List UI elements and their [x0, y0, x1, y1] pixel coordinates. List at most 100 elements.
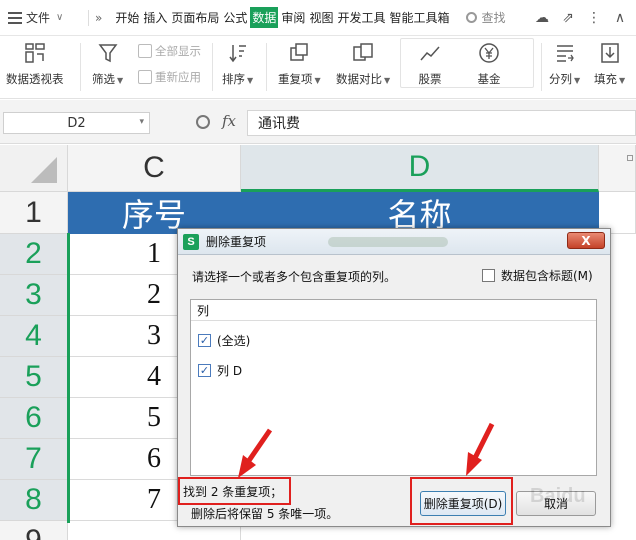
- file-menu[interactable]: 文件 ∨: [0, 9, 82, 26]
- caret-icon: ▼: [574, 76, 581, 85]
- show-all-icon: [138, 44, 152, 58]
- dialog-prompt: 请选择一个或者多个包含重复项的列。: [192, 270, 397, 284]
- select-all-corner[interactable]: [0, 145, 68, 192]
- row-header-9[interactable]: 9: [0, 521, 68, 540]
- show-all-label: 全部显示: [155, 44, 201, 58]
- divider: [88, 9, 89, 26]
- app-logo-icon: S: [183, 233, 199, 250]
- checked-icon[interactable]: ✓: [198, 334, 211, 347]
- split-columns-label: 分列 ▼: [549, 72, 581, 86]
- filter-button[interactable]: 筛选 ▼: [92, 41, 123, 87]
- data-compare-label: 数据对比 ▼: [336, 72, 391, 86]
- sort-icon: [225, 41, 251, 65]
- duplicates-label: 重复项 ▼: [278, 72, 321, 86]
- delete-duplicates-button[interactable]: 删除重复项(D): [420, 491, 506, 516]
- more-icon[interactable]: ⋮: [586, 10, 602, 26]
- row-header-5[interactable]: 5: [0, 357, 68, 398]
- tab-right-icons: ☁ ⇗ ⋮ ∧: [534, 0, 636, 36]
- cell-reference: D2: [67, 115, 86, 131]
- select-all-label: (全选): [217, 334, 251, 348]
- tab-page-layout[interactable]: 页面布局: [170, 7, 220, 28]
- filter-label: 筛选 ▼: [92, 72, 124, 86]
- blurred-region: [328, 237, 448, 247]
- data-compare-button[interactable]: 数据对比 ▼: [336, 41, 390, 87]
- has-header-checkbox[interactable]: 数据包含标题(M): [482, 267, 593, 284]
- duplicates-found-text: 找到 2 条重复项；: [178, 477, 291, 505]
- stock-button[interactable]: 股票: [417, 41, 443, 87]
- data-compare-icon: [350, 41, 376, 65]
- tab-formulas[interactable]: 公式: [222, 7, 248, 28]
- formula-input[interactable]: 通讯费: [247, 110, 636, 136]
- show-all-button[interactable]: 全部显示: [138, 43, 201, 59]
- caret-icon: ▼: [314, 76, 321, 85]
- column-header-c[interactable]: C: [68, 145, 241, 192]
- search-label: 查找: [481, 11, 506, 25]
- ribbon-toolbar: 数据透视表 筛选 ▼ 全部显示 重新应用 排序 ▼ 重复项 ▼ 数据对比 ▼ 股…: [0, 37, 636, 99]
- name-box[interactable]: D2 ▾: [3, 112, 150, 134]
- fund-button[interactable]: 基金: [476, 41, 502, 87]
- dialog-title: 删除重复项: [206, 235, 267, 249]
- split-columns-icon: [552, 41, 578, 65]
- search-button[interactable]: 查找: [466, 9, 506, 26]
- menu-icon: [8, 11, 22, 24]
- select-all-checkbox[interactable]: ✓ (全选): [198, 332, 250, 349]
- sort-button[interactable]: 排序 ▼: [222, 41, 253, 87]
- caret-icon: ▼: [384, 76, 391, 85]
- tab-smart-toolbox[interactable]: 智能工具箱: [388, 7, 450, 28]
- share-icon[interactable]: ⇗: [560, 10, 576, 26]
- reapply-icon: [138, 70, 152, 84]
- watermark: Baidu: [530, 485, 586, 507]
- divider: [266, 43, 267, 91]
- column-d-checkbox[interactable]: ✓ 列 D: [198, 362, 242, 379]
- sort-label: 排序 ▼: [222, 72, 254, 86]
- pivot-table-button[interactable]: 数据透视表: [6, 41, 64, 87]
- tab-home[interactable]: 开始: [114, 7, 140, 28]
- formula-bar: D2 ▾ fx 通讯费: [0, 100, 636, 144]
- row-header-8[interactable]: 8: [0, 480, 68, 521]
- fund-label: 基金: [477, 72, 501, 86]
- close-button[interactable]: X: [567, 232, 605, 249]
- duplicates-icon: [286, 41, 312, 65]
- split-columns-button[interactable]: 分列 ▼: [549, 41, 580, 87]
- reapply-button[interactable]: 重新应用: [138, 69, 201, 85]
- checked-icon[interactable]: ✓: [198, 364, 211, 377]
- row-header-6[interactable]: 6: [0, 398, 68, 439]
- divider: [212, 43, 213, 91]
- caret-icon: ▼: [619, 76, 626, 85]
- tab-developer[interactable]: 开发工具: [336, 7, 386, 28]
- file-menu-label: 文件: [26, 11, 51, 25]
- reapply-label: 重新应用: [155, 70, 201, 84]
- tab-review[interactable]: 审阅: [280, 7, 306, 28]
- zoom-icon[interactable]: [196, 115, 210, 129]
- divider: [80, 43, 81, 91]
- tab-data[interactable]: 数据: [250, 7, 279, 28]
- stock-label: 股票: [418, 72, 442, 86]
- divider: [541, 43, 542, 91]
- fx-icon[interactable]: fx: [222, 112, 236, 130]
- fill-label: 填充 ▼: [594, 72, 626, 86]
- tab-insert[interactable]: 插入: [142, 7, 168, 28]
- more-tabs-button[interactable]: »: [95, 11, 102, 25]
- duplicates-button[interactable]: 重复项 ▼: [278, 41, 321, 87]
- chevron-down-icon[interactable]: ▾: [139, 117, 144, 127]
- row-header-7[interactable]: 7: [0, 439, 68, 480]
- dialog-titlebar[interactable]: S 删除重复项 X: [178, 229, 610, 255]
- search-icon: [466, 12, 478, 23]
- row-header-2[interactable]: 2: [0, 234, 68, 275]
- tab-view[interactable]: 视图: [308, 7, 334, 28]
- row-header-1[interactable]: 1: [0, 192, 68, 234]
- funnel-icon: [95, 41, 121, 65]
- column-header-e[interactable]: [599, 145, 636, 192]
- pivot-table-label: 数据透视表: [6, 72, 64, 86]
- column-d-label: 列 D: [217, 364, 243, 378]
- row-header-3[interactable]: 3: [0, 275, 68, 316]
- fill-down-icon: [597, 41, 623, 65]
- remove-duplicates-dialog: S 删除重复项 X 请选择一个或者多个包含重复项的列。 数据包含标题(M) 列 …: [177, 228, 611, 527]
- chevron-up-icon[interactable]: ∧: [612, 10, 628, 26]
- checkbox-icon[interactable]: [482, 269, 495, 282]
- fill-button[interactable]: 填充 ▼: [594, 41, 625, 87]
- selection-border: [67, 233, 70, 523]
- cloud-sync-icon[interactable]: ☁: [534, 10, 550, 26]
- column-header-d[interactable]: D: [241, 145, 599, 192]
- row-header-4[interactable]: 4: [0, 316, 68, 357]
